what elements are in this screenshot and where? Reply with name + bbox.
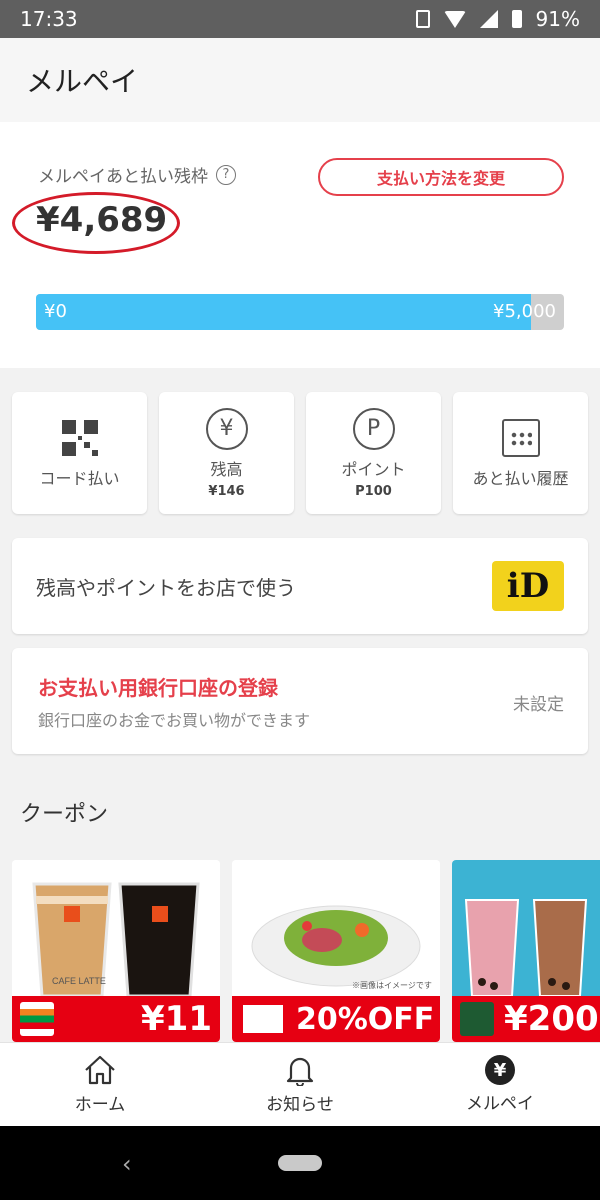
coupon-offer-strip: 20%OFF <box>232 996 440 1042</box>
salad-image: ※画像はイメージです <box>232 860 440 996</box>
tile-balance[interactable]: ¥ 残高 ¥146 <box>159 392 294 514</box>
action-tiles: コード払い ¥ 残高 ¥146 P ポイント P100 あと払い履歴 <box>12 392 588 514</box>
tile-points[interactable]: P ポイント P100 <box>306 392 441 514</box>
bar-min-label: ¥0 <box>44 301 67 322</box>
coupon-offer: ¥11 <box>141 999 212 1039</box>
tile-label: ポイント <box>341 459 406 479</box>
nav-notifications[interactable]: お知らせ <box>200 1043 400 1126</box>
tile-history[interactable]: あと払い履歴 <box>453 392 588 514</box>
restaurant-logo <box>240 1002 286 1036</box>
tile-code-payment[interactable]: コード払い <box>12 392 147 514</box>
balance-amount: ¥4,689 <box>36 200 168 240</box>
home-icon <box>85 1055 115 1085</box>
coupon-image-caption: CAFE LATTE <box>52 976 106 986</box>
battery-icon <box>511 10 522 28</box>
use-in-store-label: 残高やポイントをお店で使う <box>36 575 296 600</box>
nav-merpay[interactable]: ¥ メルペイ <box>400 1043 600 1126</box>
home-pill[interactable] <box>278 1155 322 1171</box>
tile-label: 残高 <box>210 459 243 479</box>
bank-title: お支払い用銀行口座の登録 <box>38 676 278 700</box>
nav-label: お知らせ <box>266 1095 334 1115</box>
wifi-icon <box>443 10 466 28</box>
yen-circle-icon: ¥ <box>205 407 248 450</box>
bottom-navigation: ホーム お知らせ ¥ メルペイ <box>0 1042 600 1126</box>
coupon-offer: ¥200 <box>504 999 599 1039</box>
credit-limit-bar-fill <box>36 294 532 330</box>
help-icon[interactable]: ? <box>216 164 236 185</box>
bank-subtitle: 銀行口座のお金でお買い物ができます <box>38 711 311 730</box>
coupon-offer: 20%OFF <box>296 1001 435 1037</box>
coffee-image: CAFE LATTE <box>12 860 220 996</box>
coupon-offer-strip: ¥11 <box>12 996 220 1042</box>
point-circle-icon: P <box>352 407 395 450</box>
page-header: メルペイ <box>0 38 600 122</box>
tile-balance-value: ¥146 <box>208 483 245 499</box>
nav-label: メルペイ <box>466 1094 534 1114</box>
vibrate-icon <box>415 10 430 28</box>
status-bar: 17:33 91% <box>0 0 600 38</box>
nav-home[interactable]: ホーム <box>0 1043 200 1126</box>
signal-icon <box>479 10 498 28</box>
calendar-icon <box>500 417 542 459</box>
system-navigation-bar: ‹ <box>0 1126 600 1200</box>
tile-points-value: P100 <box>355 483 392 499</box>
page-title: メルペイ <box>26 65 139 98</box>
coupon-card-pronto[interactable]: ¥200 <box>452 860 600 1042</box>
balance-label-row: メルペイあと払い残枠 ? <box>38 162 236 187</box>
back-icon[interactable]: ‹ <box>122 1150 132 1178</box>
credit-limit-bar: ¥0 ¥5,000 <box>36 294 564 330</box>
tile-label: あと払い履歴 <box>472 469 569 488</box>
nav-label: ホーム <box>74 1095 126 1115</box>
change-payment-method-button[interactable]: 支払い方法を変更 <box>318 158 564 196</box>
coupon-offer-strip: ¥200 <box>452 996 600 1042</box>
balance-label: メルペイあと払い残枠 <box>38 167 208 187</box>
status-time: 17:33 <box>20 7 78 31</box>
bank-registration-card[interactable]: お支払い用銀行口座の登録 銀行口座のお金でお買い物ができます 未設定 <box>12 648 588 754</box>
seven-eleven-logo <box>20 1002 54 1036</box>
yen-icon: ¥ <box>485 1055 515 1085</box>
coupon-image-caption: ※画像はイメージです <box>352 980 432 990</box>
bubble-tea-image <box>452 860 600 996</box>
id-logo: iD <box>492 561 564 611</box>
coupon-list: CAFE LATTE ¥11 ※画像はイメージです 20%OFF ¥200 <box>12 860 600 1042</box>
pronto-logo <box>460 1002 494 1036</box>
bank-status: 未設定 <box>513 695 564 715</box>
use-in-store-card[interactable]: 残高やポイントをお店で使う iD <box>12 538 588 634</box>
coupon-card-seven-eleven[interactable]: CAFE LATTE ¥11 <box>12 860 220 1042</box>
tile-label: コード払い <box>39 469 120 488</box>
balance-card: メルペイあと払い残枠 ? 支払い方法を変更 ¥4,689 ¥0 ¥5,000 <box>0 122 600 368</box>
coupon-card-restaurant[interactable]: ※画像はイメージです 20%OFF <box>232 860 440 1042</box>
coupon-section-title: クーポン <box>20 802 109 827</box>
bar-max-label: ¥5,000 <box>493 301 556 322</box>
battery-percent: 91% <box>535 7 580 31</box>
bell-icon <box>286 1057 314 1086</box>
qr-code-icon <box>59 417 101 459</box>
